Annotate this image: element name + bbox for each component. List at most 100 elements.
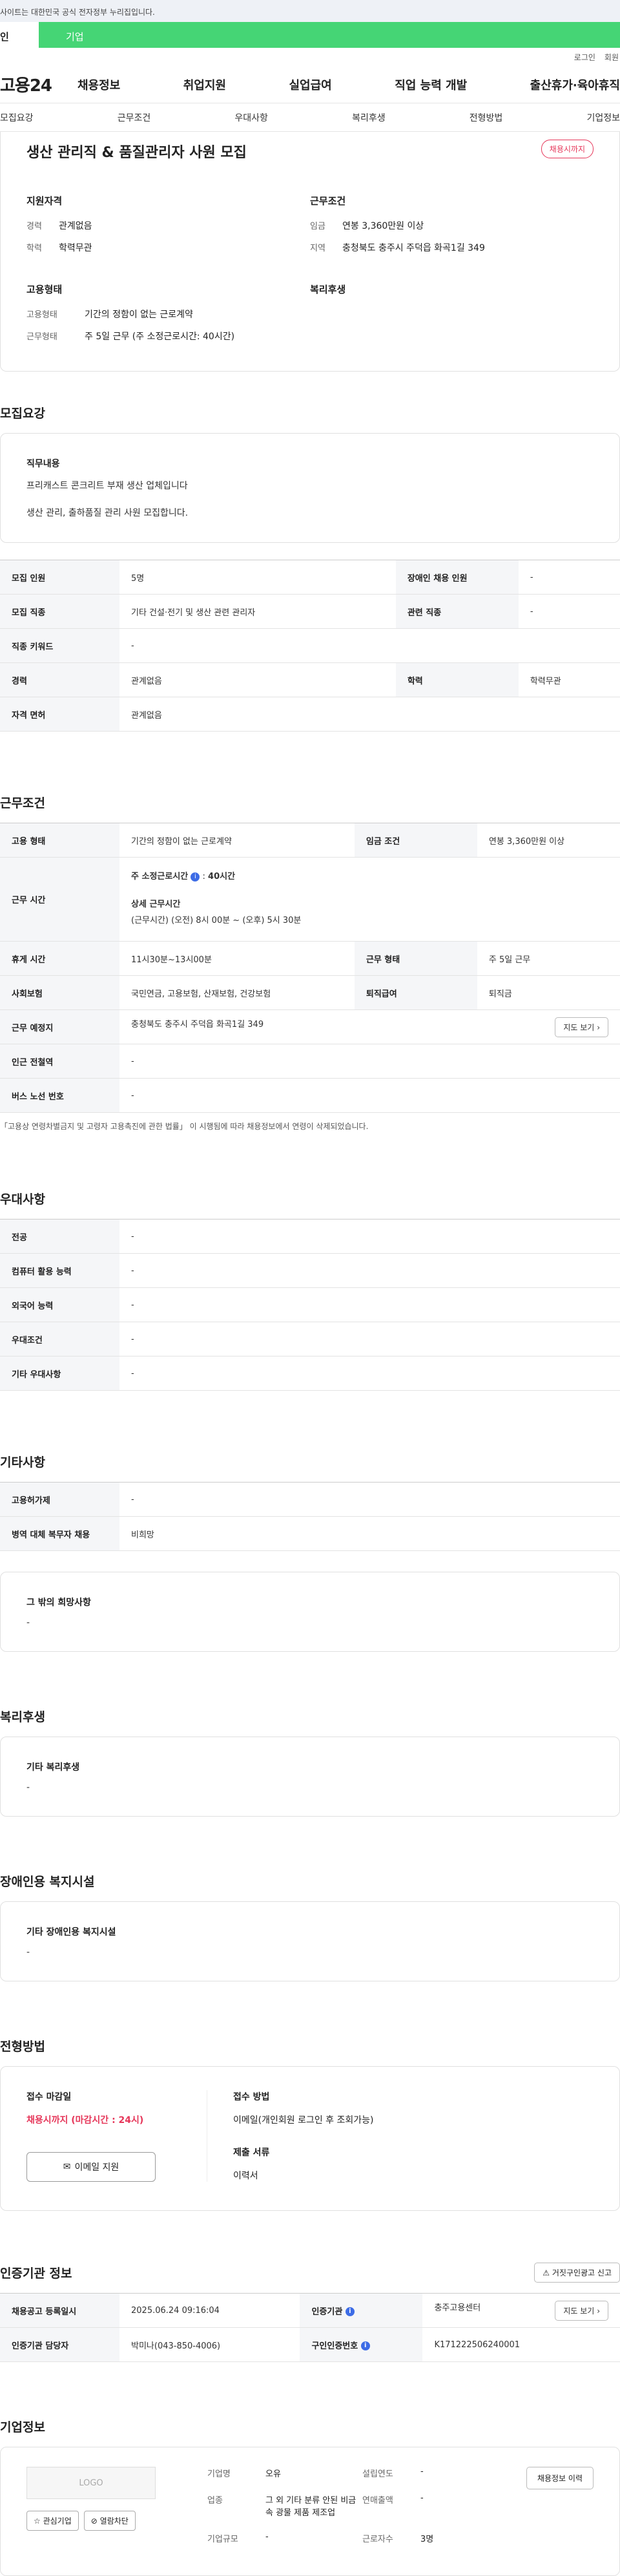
anchor-conditions[interactable]: 근무조건: [118, 111, 151, 124]
table-row: 전공 -: [0, 1219, 620, 1254]
company-section-title: 기업정보: [0, 2420, 45, 2434]
wish-title: 그 밖의 희망사항: [26, 1598, 91, 1608]
label: 지역: [310, 244, 326, 253]
th: 고용허가제: [0, 1482, 119, 1517]
site-logo[interactable]: 고용24: [0, 72, 78, 96]
join-link[interactable]: 회원: [604, 52, 619, 63]
td: -: [518, 560, 620, 595]
value: 3명: [420, 2535, 434, 2544]
chevron-right-icon: ›: [597, 1022, 600, 1032]
login-link[interactable]: 로그인: [574, 52, 595, 63]
td: -: [119, 1356, 620, 1391]
report-button[interactable]: ⚠ 거짓구인광고 신고: [534, 2263, 620, 2283]
welfare-value: -: [26, 1782, 30, 1793]
hours-weekly-value: 40시간: [208, 872, 236, 882]
table-row: 모집 인원 5명 장애인 채용 인원 -: [0, 560, 620, 595]
cond-title: 근무조건: [310, 195, 346, 207]
fav-company-button[interactable]: ☆ 관심기업: [26, 2511, 79, 2531]
conditions-table: 고용 형태 기간의 정함이 없는 근로계약 임금 조건 연봉 3,360만원 이상 근…: [0, 823, 620, 1113]
gnb-employment-support[interactable]: 취업지원: [183, 76, 226, 93]
th: 사회보험: [0, 975, 119, 1010]
table-row: 외국어 능력 -: [0, 1287, 620, 1322]
utility-bar: 로그인 회원: [0, 48, 620, 66]
global-nav: 고용24 채용정보 취업지원 실업급여 직업 능력 개발 출산휴가·육아휴직: [0, 66, 620, 103]
welfare-sub: 기타 복리후생: [26, 1762, 80, 1773]
th: 병역 대체 복무자 채용: [0, 1516, 119, 1551]
table-row: 인증기관 담당자 박미나(043-850-4006) 구인인증번호 i K171222…: [0, 2327, 620, 2362]
td: 학력무관: [518, 662, 620, 697]
info-icon[interactable]: i: [191, 872, 200, 882]
td: -: [119, 1219, 620, 1254]
gnb-jobs[interactable]: 채용정보: [78, 76, 120, 93]
hours-detail-label: 상세 근무시간: [131, 900, 181, 910]
alert-icon: ⚠: [542, 2268, 550, 2277]
th: 자격 면허: [0, 697, 119, 732]
td: 5명: [119, 560, 396, 595]
td: K171222506240001: [422, 2327, 620, 2362]
anchor-welfare[interactable]: 복리후생: [352, 111, 386, 124]
hiring-section-title: 전형방법: [0, 2040, 45, 2054]
duty-box: 직무내용 프리캐스트 콘크리트 부재 생산 업체입니다 생산 관리, 출하품질 …: [0, 433, 620, 543]
label: 경력: [26, 222, 42, 231]
th: 구인인증번호 i: [300, 2327, 423, 2362]
td: -: [119, 1044, 620, 1079]
td: 관계없음: [119, 662, 396, 697]
chevron-right-icon: ›: [597, 2306, 600, 2316]
info-icon[interactable]: i: [360, 2341, 370, 2350]
recruit-section-title: 모집요강: [0, 406, 45, 421]
qual-title: 지원자격: [26, 195, 63, 207]
anchor-recruit[interactable]: 모집요강: [0, 111, 34, 124]
hours-detail-value: (근무시간) (오전) 8시 00분 ~ (오후) 5시 30분: [131, 915, 302, 925]
td: -: [119, 1253, 620, 1288]
anchor-company[interactable]: 기업정보: [586, 111, 620, 124]
gov-banner: 사이트는 대한민국 공식 전자정부 누리집입니다.: [0, 0, 620, 22]
table-row: 모집 직종 기타 건설·전기 및 생산 관련 관리자 관련 직종 -: [0, 594, 620, 629]
gnb-unemployment[interactable]: 실업급여: [289, 76, 332, 93]
th: 휴게 시간: [0, 941, 119, 976]
table-row: 경력 관계없음 학력 학력무관: [0, 662, 620, 697]
value: 학력무관: [59, 243, 92, 253]
welfare-box: 기타 복리후생 -: [0, 1737, 620, 1817]
value: 주 5일 근무 (주 소정근로시간: 40시간): [85, 332, 235, 342]
table-row: 사회보험 국민연금, 고용보험, 산재보험, 건강보험 퇴직급여 퇴직금: [0, 975, 620, 1010]
table-row: 우대조건 -: [0, 1322, 620, 1357]
th: 외국어 능력: [0, 1287, 119, 1322]
th: 근무 예정지: [0, 1009, 119, 1044]
agency-map-button[interactable]: 지도 보기 ›: [555, 2300, 608, 2321]
td: 기타 건설·전기 및 생산 관련 관리자: [119, 594, 396, 629]
tab-company[interactable]: 기업: [39, 22, 620, 48]
hiring-box: 접수 마감일 채용시까지 (마감시간 : 24시) ✉ 이메일 지원 접수 방법 …: [0, 2066, 620, 2211]
welfare-section-title: 복리후생: [0, 1710, 45, 1724]
gnb-parental-leave[interactable]: 출산휴가·육아휴직: [530, 76, 620, 93]
table-row: 고용 형태 기간의 정함이 없는 근로계약 임금 조건 연봉 3,360만원 이상: [0, 823, 620, 858]
table-row: 기타 우대사항 -: [0, 1356, 620, 1391]
td: -: [119, 1287, 620, 1322]
td: 퇴직금: [477, 975, 620, 1010]
mail-icon: ✉: [63, 2162, 71, 2172]
email-apply-button[interactable]: ✉ 이메일 지원: [26, 2152, 156, 2182]
td: 2025.06.24 09:16:04: [119, 2293, 300, 2328]
history-button[interactable]: 채용정보 이력: [526, 2467, 594, 2489]
tab-personal[interactable]: 인: [0, 22, 39, 48]
info-icon[interactable]: i: [345, 2307, 355, 2316]
pref-table: 전공 - 컴퓨터 활용 능력 - 외국어 능력 - 우대조건 - 기타 우대사항 -: [0, 1219, 620, 1391]
td: 연봉 3,360만원 이상: [477, 823, 620, 858]
block-button[interactable]: ⊘ 열람차단: [83, 2511, 136, 2531]
map-button[interactable]: 지도 보기 ›: [555, 1017, 608, 1037]
wish-value: -: [26, 1618, 30, 1628]
table-row: 휴게 시간 11시30분~13시00분 근무 형태 주 5일 근무: [0, 941, 620, 976]
gnb-training[interactable]: 직업 능력 개발: [395, 76, 467, 93]
td: 국민연금, 고용보험, 산재보험, 건강보험: [119, 975, 355, 1010]
anchor-preferences[interactable]: 우대사항: [234, 111, 268, 124]
value: 오유: [265, 2469, 281, 2479]
label: 업종: [207, 2496, 223, 2506]
label: 근로자수: [362, 2535, 393, 2544]
th: 컴퓨터 활용 능력: [0, 1253, 119, 1288]
td: -: [518, 594, 620, 629]
disabled-box: 기타 장애인용 복지시설 -: [0, 1901, 620, 1981]
td: 11시30분~13시00분: [119, 941, 355, 976]
th: 경력: [0, 662, 119, 697]
company-logo: LOGO: [26, 2467, 156, 2499]
anchor-hiring[interactable]: 전형방법: [470, 111, 503, 124]
org-value: 충주고용센터: [434, 2303, 481, 2313]
